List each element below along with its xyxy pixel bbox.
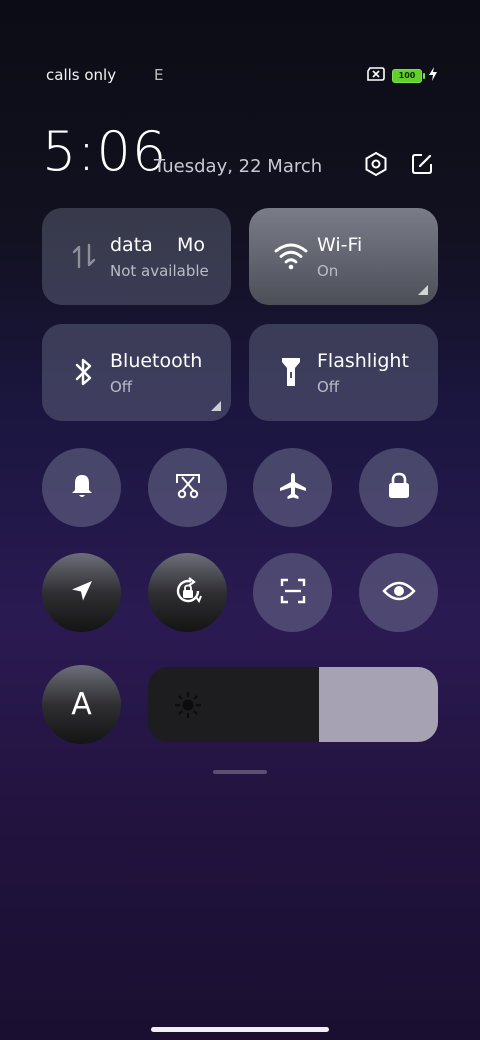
bell-icon — [68, 472, 96, 504]
flashlight-tile[interactable]: Flashlight Off — [249, 324, 438, 421]
network-type: E — [154, 66, 164, 84]
tile-status: Not available — [110, 262, 209, 280]
date-label[interactable]: Tuesday, 22 March — [154, 156, 322, 177]
auto-brightness-label: A — [71, 687, 92, 722]
data-arrows-icon — [66, 238, 102, 274]
tile-title: data Mo — [110, 234, 205, 256]
rotation-lock-icon — [173, 576, 203, 610]
scan-frame-icon — [278, 576, 308, 610]
settings-icon[interactable] — [362, 150, 390, 178]
lock-screen-toggle[interactable] — [359, 448, 438, 527]
airplane-icon — [278, 471, 308, 505]
auto-brightness-toggle[interactable]: A — [42, 665, 121, 744]
bluetooth-tile[interactable]: Bluetooth Off — [42, 324, 231, 421]
tile-title: Flashlight — [317, 350, 409, 372]
rotation-lock-toggle[interactable] — [148, 553, 227, 632]
scanner-toggle[interactable] — [253, 553, 332, 632]
no-sim-icon — [366, 66, 386, 85]
airplane-mode-toggle[interactable] — [253, 448, 332, 527]
flashlight-icon — [273, 354, 309, 390]
reading-mode-toggle[interactable] — [359, 553, 438, 632]
screenshot-toggle[interactable] — [148, 448, 227, 527]
status-bar: calls only E 100 — [0, 62, 480, 90]
brightness-slider[interactable] — [148, 667, 438, 742]
expand-corner-icon[interactable] — [211, 401, 221, 411]
tile-status: On — [317, 262, 339, 280]
status-icons: 100 — [366, 66, 438, 85]
wifi-icon — [273, 238, 309, 274]
location-toggle[interactable] — [42, 553, 121, 632]
navigation-gesture-bar[interactable] — [151, 1027, 329, 1032]
bluetooth-icon — [66, 354, 102, 390]
scissors-screenshot-icon — [173, 471, 203, 505]
clock-row: 5:06 Tuesday, 22 March — [42, 122, 442, 182]
mobile-data-tile[interactable]: data Mo Not available — [42, 208, 231, 305]
brightness-sun-icon — [174, 691, 202, 719]
eye-icon — [381, 579, 416, 607]
edit-icon[interactable] — [408, 150, 436, 178]
brightness-fill — [319, 667, 438, 742]
tile-status: Off — [317, 378, 340, 396]
charging-icon — [428, 66, 438, 85]
location-arrow-icon — [69, 578, 95, 608]
panel-drag-handle[interactable] — [213, 770, 267, 774]
ring-toggle[interactable] — [42, 448, 121, 527]
battery-icon: 100 — [392, 68, 425, 83]
lock-icon — [386, 472, 412, 504]
tile-title: Wi-Fi — [317, 234, 363, 256]
wifi-tile[interactable]: Wi-Fi On — [249, 208, 438, 305]
carrier-status: calls only — [46, 66, 117, 84]
tile-status: Off — [110, 378, 133, 396]
expand-corner-icon[interactable] — [418, 285, 428, 295]
tile-title: Bluetooth — [110, 350, 203, 372]
clock-time[interactable]: 5:06 — [42, 122, 167, 182]
